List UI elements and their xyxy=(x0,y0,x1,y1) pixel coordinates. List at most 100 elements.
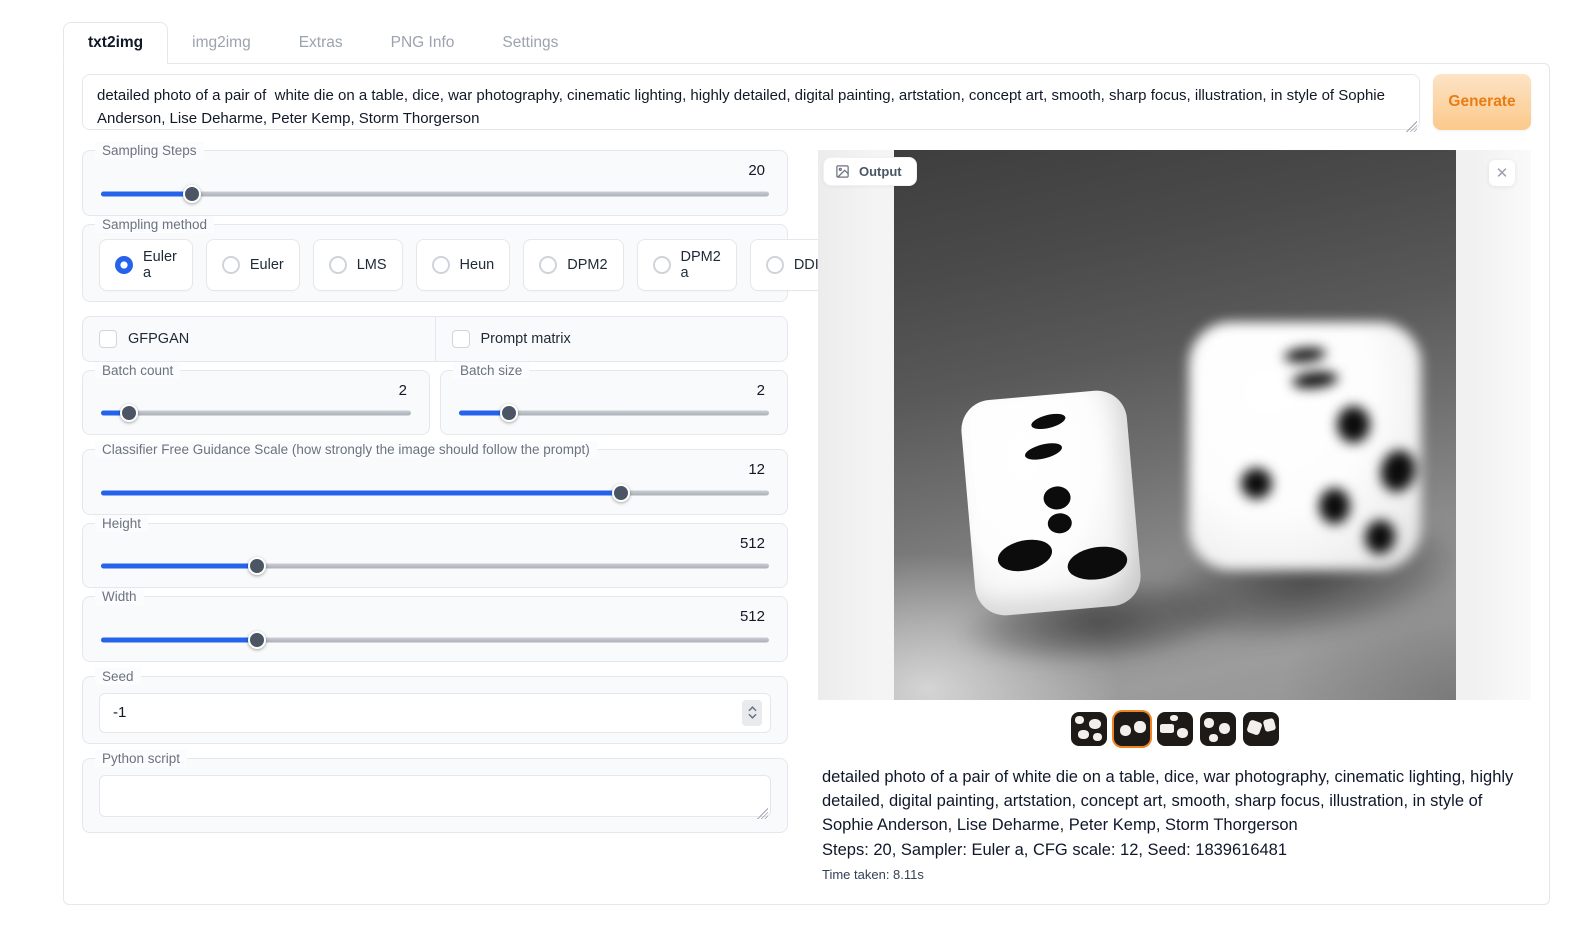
slider-track xyxy=(101,411,411,416)
caption-prompt: detailed photo of a pair of white die on… xyxy=(822,766,1520,838)
slider-track xyxy=(101,637,769,642)
sampling-steps-slider[interactable] xyxy=(101,185,769,203)
image-icon xyxy=(835,164,850,179)
prompt-matrix-label: Prompt matrix xyxy=(481,331,571,347)
python-script-input[interactable] xyxy=(99,775,771,817)
width-group: Width 512 xyxy=(82,596,788,662)
batch-size-group: Batch size 2 xyxy=(440,370,788,436)
slider-thumb[interactable] xyxy=(120,404,138,422)
thumbnail-3[interactable] xyxy=(1157,712,1193,746)
sampling-steps-label: Sampling Steps xyxy=(95,142,204,159)
close-button[interactable]: ✕ xyxy=(1489,160,1515,186)
chevron-down-icon xyxy=(748,713,757,719)
slider-thumb[interactable] xyxy=(500,404,518,422)
gfpgan-checkbox[interactable] xyxy=(99,330,117,348)
die-right xyxy=(1189,322,1421,570)
txt2img-panel: detailed photo of a pair of white die on… xyxy=(63,63,1550,905)
gallery-thumbnails xyxy=(818,709,1531,749)
python-script-group: Python script xyxy=(82,758,788,833)
sampler-option-dpm2-a[interactable]: DPM2 a xyxy=(637,239,737,291)
slider-thumb[interactable] xyxy=(248,557,266,575)
seed-input[interactable] xyxy=(99,693,771,733)
resize-handle-icon[interactable] xyxy=(757,808,768,819)
die-left xyxy=(958,388,1142,618)
batch-count-value: 2 xyxy=(99,383,413,400)
generation-info: detailed photo of a pair of white die on… xyxy=(818,766,1520,882)
options-checkbox-row: GFPGAN Prompt matrix xyxy=(82,316,788,362)
thumbnail-5[interactable] xyxy=(1243,712,1279,746)
settings-column: Sampling Steps 20 Sampling method Euler … xyxy=(82,150,788,882)
sampler-option-lms[interactable]: LMS xyxy=(313,239,403,291)
width-slider[interactable] xyxy=(101,631,769,649)
radio-label: DPM2 xyxy=(567,257,607,273)
sampler-option-euler[interactable]: Euler xyxy=(206,239,300,291)
generated-image[interactable] xyxy=(894,150,1456,700)
tab-img2img[interactable]: img2img xyxy=(168,23,275,63)
slider-track xyxy=(101,191,769,196)
app-container: txt2img img2img Extras PNG Info Settings… xyxy=(63,20,1550,905)
sampler-options: Euler a Euler LMS Heun DPM2 DPM2 a DDIM … xyxy=(99,239,771,291)
cfg-scale-value: 12 xyxy=(99,462,771,479)
sampler-option-dpm2[interactable]: DPM2 xyxy=(523,239,623,291)
batch-count-label: Batch count xyxy=(95,362,180,379)
batch-size-label: Batch size xyxy=(453,362,529,379)
radio-label: Heun xyxy=(460,257,495,273)
prompt-row: detailed photo of a pair of white die on… xyxy=(82,74,1531,135)
output-label: Output xyxy=(859,164,902,179)
batch-size-slider[interactable] xyxy=(459,404,769,422)
caption-time-taken: Time taken: 8.11s xyxy=(822,867,1520,882)
height-slider[interactable] xyxy=(101,557,769,575)
slider-thumb[interactable] xyxy=(183,185,201,203)
cfg-scale-slider[interactable] xyxy=(101,484,769,502)
sampling-method-label: Sampling method xyxy=(95,216,214,233)
tab-settings[interactable]: Settings xyxy=(478,23,582,63)
batch-count-group: Batch count 2 xyxy=(82,370,430,436)
sampling-steps-value: 20 xyxy=(99,163,771,180)
thumbnail-4[interactable] xyxy=(1200,712,1236,746)
radio-label: Euler xyxy=(250,257,284,273)
output-column: Output ✕ xyxy=(818,150,1531,882)
batch-size-value: 2 xyxy=(457,383,771,400)
tab-png-info[interactable]: PNG Info xyxy=(367,23,479,63)
slider-thumb[interactable] xyxy=(612,484,630,502)
thumbnail-2-selected[interactable] xyxy=(1114,712,1150,746)
prompt-matrix-option: Prompt matrix xyxy=(435,317,788,361)
resize-handle-icon[interactable] xyxy=(1406,121,1417,132)
batch-count-slider[interactable] xyxy=(101,404,411,422)
gfpgan-option: GFPGAN xyxy=(83,317,435,361)
radio-icon xyxy=(653,256,671,274)
radio-icon xyxy=(539,256,557,274)
gfpgan-label: GFPGAN xyxy=(128,331,189,347)
sampler-option-heun[interactable]: Heun xyxy=(416,239,511,291)
slider-thumb[interactable] xyxy=(248,631,266,649)
cfg-scale-group: Classifier Free Guidance Scale (how stro… xyxy=(82,449,788,515)
tab-bar: txt2img img2img Extras PNG Info Settings xyxy=(63,20,1550,63)
slider-track xyxy=(101,564,769,569)
prompt-matrix-checkbox[interactable] xyxy=(452,330,470,348)
radio-label: Euler a xyxy=(143,249,177,281)
output-header: Output xyxy=(823,157,917,186)
sampling-method-group: Sampling method Euler a Euler LMS Heun D… xyxy=(82,224,788,302)
tab-extras[interactable]: Extras xyxy=(275,23,367,63)
thumbnail-1[interactable] xyxy=(1071,712,1107,746)
output-image-stage: Output ✕ xyxy=(818,150,1531,700)
radio-icon xyxy=(222,256,240,274)
radio-selected-icon xyxy=(115,256,133,274)
sampling-steps-group: Sampling Steps 20 xyxy=(82,150,788,216)
sampler-option-euler-a[interactable]: Euler a xyxy=(99,239,193,291)
tab-txt2img[interactable]: txt2img xyxy=(63,22,168,64)
prompt-input[interactable]: detailed photo of a pair of white die on… xyxy=(82,74,1420,130)
chevron-up-icon xyxy=(748,706,757,712)
number-stepper[interactable] xyxy=(742,700,762,726)
seed-label: Seed xyxy=(95,668,141,685)
python-script-label: Python script xyxy=(95,750,187,767)
width-value: 512 xyxy=(99,609,771,626)
caption-params: Steps: 20, Sampler: Euler a, CFG scale: … xyxy=(822,839,1520,863)
generate-button[interactable]: Generate xyxy=(1433,74,1531,130)
height-label: Height xyxy=(95,515,148,532)
seed-group: Seed xyxy=(82,676,788,744)
height-value: 512 xyxy=(99,536,771,553)
radio-icon xyxy=(329,256,347,274)
radio-label: DPM2 a xyxy=(681,249,721,281)
height-group: Height 512 xyxy=(82,523,788,589)
